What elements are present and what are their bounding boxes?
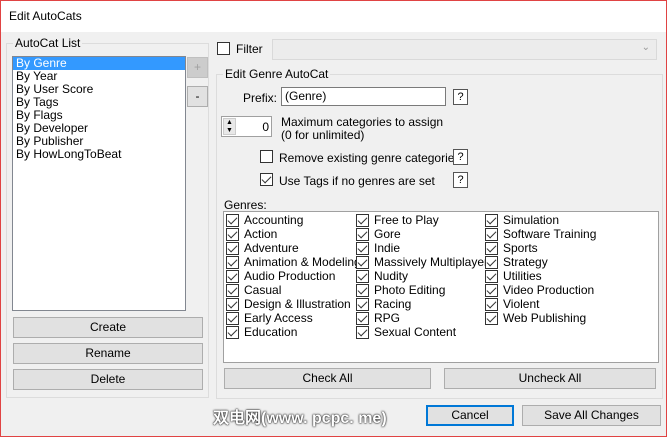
genre-label: Accounting xyxy=(244,213,304,227)
genre-checkbox[interactable] xyxy=(356,284,369,297)
autocat-list-label: AutoCat List xyxy=(13,36,83,50)
genre-checkbox[interactable] xyxy=(356,256,369,269)
genre-label: RPG xyxy=(374,311,401,325)
use-tags-checkbox[interactable] xyxy=(260,173,273,186)
autocat-listbox[interactable]: By Genre By Year By User Score By Tags By Fl… xyxy=(12,56,186,311)
prefix-input[interactable]: (Genre) xyxy=(281,87,446,106)
remove-existing-label: Remove existing genre categories xyxy=(279,151,461,165)
remove-existing-checkbox[interactable] xyxy=(260,150,273,163)
genre-label: Education xyxy=(244,325,298,339)
genre-label: Strategy xyxy=(503,255,548,269)
genre-label: Violent xyxy=(503,297,540,311)
filter-combobox[interactable]: ⌄ xyxy=(272,39,657,60)
max-categories-label: Maximum categories to assign xyxy=(281,115,444,129)
genre-label: Video Production xyxy=(503,283,595,297)
genre-label: Nudity xyxy=(374,269,409,283)
genre-checkbox[interactable] xyxy=(485,270,498,283)
prefix-help-button[interactable]: ? xyxy=(453,89,468,105)
genre-checkbox[interactable] xyxy=(356,298,369,311)
genre-checkbox[interactable] xyxy=(226,256,239,269)
genre-checkbox[interactable] xyxy=(226,284,239,297)
genre-checkbox[interactable] xyxy=(226,270,239,283)
watermark-text: 双电网(www. pcpc. me) xyxy=(213,410,387,427)
genre-label: Action xyxy=(244,227,278,241)
max-categories-spinner[interactable]: ▲ ▼ 0 xyxy=(221,116,272,137)
filter-checkbox[interactable] xyxy=(217,42,230,55)
genre-checkbox[interactable] xyxy=(226,326,239,339)
title-bar: Edit AutoCats xyxy=(1,1,666,32)
genre-checkbox[interactable] xyxy=(485,298,498,311)
delete-button[interactable]: Delete xyxy=(13,369,203,390)
window-title: Edit AutoCats xyxy=(9,9,82,23)
genre-label: Early Access xyxy=(244,311,313,325)
add-autocat-button[interactable]: + xyxy=(187,57,208,78)
uncheck-all-button[interactable]: Uncheck All xyxy=(444,368,656,389)
genre-checkbox[interactable] xyxy=(485,214,498,227)
genre-label: Sports xyxy=(503,241,538,255)
genre-label: Photo Editing xyxy=(374,283,446,297)
save-all-changes-button[interactable]: Save All Changes xyxy=(522,405,661,426)
autocat-list-item[interactable]: By HowLongToBeat xyxy=(13,148,185,161)
genre-label: Simulation xyxy=(503,213,560,227)
genre-checkbox[interactable] xyxy=(356,270,369,283)
rename-button[interactable]: Rename xyxy=(13,343,203,364)
filter-label: Filter xyxy=(236,42,263,56)
genre-label: Sexual Content xyxy=(374,325,457,339)
genre-checkbox[interactable] xyxy=(356,228,369,241)
genre-label: Software Training xyxy=(503,227,597,241)
genre-checkbox[interactable] xyxy=(485,228,498,241)
max-categories-value: 0 xyxy=(262,120,269,134)
genre-checkbox[interactable] xyxy=(226,214,239,227)
genre-label: Casual xyxy=(244,283,282,297)
edit-autocats-window: Edit AutoCats AutoCat List By Genre By Ye… xyxy=(0,0,667,437)
genre-checkbox[interactable] xyxy=(485,256,498,269)
cancel-button[interactable]: Cancel xyxy=(426,405,514,426)
genre-checkbox[interactable] xyxy=(485,284,498,297)
genre-label: Gore xyxy=(374,227,401,241)
genre-checkbox[interactable] xyxy=(356,214,369,227)
remove-existing-help-button[interactable]: ? xyxy=(453,149,468,165)
genre-checkbox[interactable] xyxy=(356,326,369,339)
genre-label: Racing xyxy=(374,297,412,311)
chevron-down-icon: ⌄ xyxy=(641,42,650,53)
genre-checkbox[interactable] xyxy=(226,298,239,311)
genre-label: Audio Production xyxy=(244,269,336,283)
genre-checkbox[interactable] xyxy=(356,312,369,325)
genre-label: Massively Multiplayer xyxy=(374,255,489,269)
genres-label: Genres: xyxy=(224,198,267,212)
genre-label: Adventure xyxy=(244,241,299,255)
genre-checkbox[interactable] xyxy=(226,242,239,255)
genre-checkbox[interactable] xyxy=(356,242,369,255)
check-all-button[interactable]: Check All xyxy=(224,368,431,389)
genre-label: Free to Play xyxy=(374,213,439,227)
genre-label: Animation & Modeling xyxy=(244,255,361,269)
create-button[interactable]: Create xyxy=(13,317,203,338)
genre-label: Utilities xyxy=(503,269,542,283)
edit-genre-label: Edit Genre AutoCat xyxy=(223,67,331,81)
genre-checkbox[interactable] xyxy=(485,242,498,255)
use-tags-help-button[interactable]: ? xyxy=(453,172,468,188)
genre-label: Web Publishing xyxy=(503,311,587,325)
genre-label: Design & Illustration xyxy=(244,297,351,311)
use-tags-label: Use Tags if no genres are set xyxy=(279,174,435,188)
prefix-label: Prefix: xyxy=(243,91,278,105)
spinner-arrows-icon[interactable]: ▲ ▼ xyxy=(223,118,236,135)
genre-checkbox[interactable] xyxy=(226,228,239,241)
genres-checklist[interactable]: Accounting Action Adventure Animation & Mod… xyxy=(223,211,659,363)
max-categories-hint: (0 for unlimited) xyxy=(281,128,365,142)
genre-label: Indie xyxy=(374,241,401,255)
genre-checkbox[interactable] xyxy=(485,312,498,325)
genre-checkbox[interactable] xyxy=(226,312,239,325)
remove-autocat-button[interactable]: - xyxy=(187,86,208,107)
